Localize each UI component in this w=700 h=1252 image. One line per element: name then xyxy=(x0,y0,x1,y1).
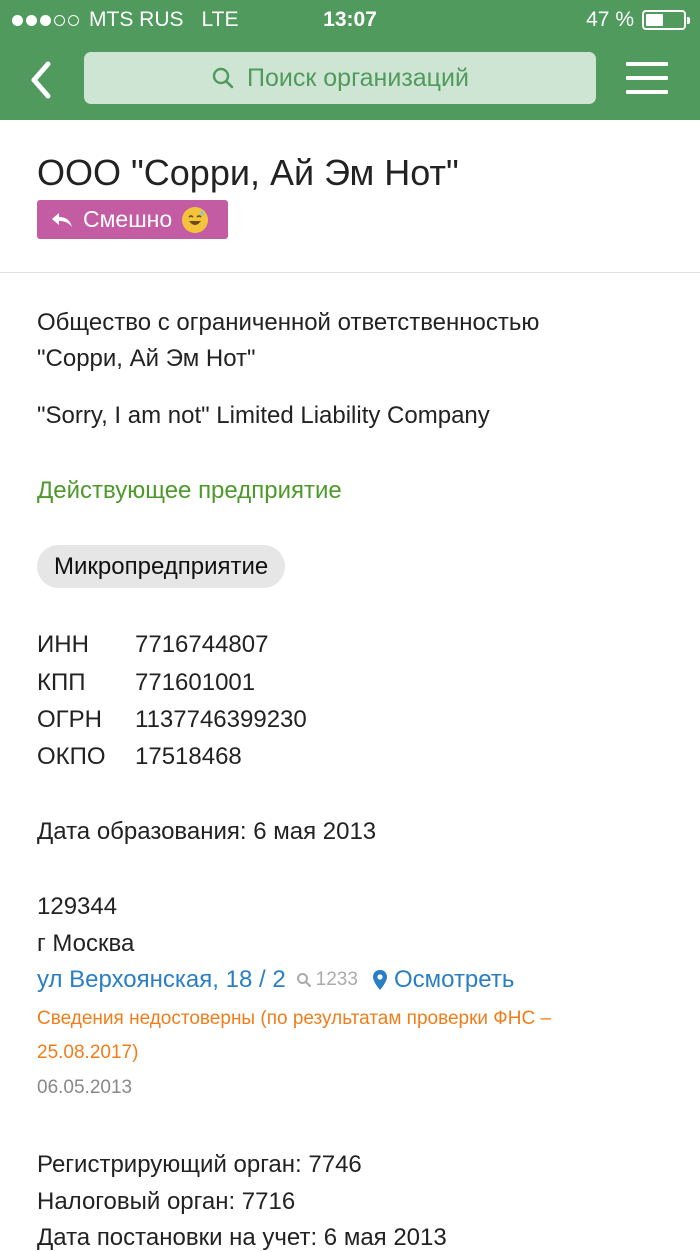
tag-label: Смешно xyxy=(83,206,173,232)
code-label-inn: ИНН xyxy=(37,631,89,658)
battery-percent: 47 % xyxy=(586,8,634,31)
address-date: 06.05.2013 xyxy=(37,1077,133,1098)
status-bar: MTS RUS LTE 13:07 47 % xyxy=(0,6,700,34)
chevron-left-icon xyxy=(31,61,51,99)
address-search-count[interactable]: 1233 xyxy=(296,969,358,991)
address-street-link[interactable]: ул Верхоянская, 18 / 2 xyxy=(37,966,286,994)
search-input[interactable]: Поиск организаций xyxy=(84,52,596,104)
registration-date: Дата постановки на учет: 6 мая 2013 xyxy=(37,1224,447,1251)
code-value-ogrn: 1137746399230 xyxy=(135,706,307,733)
code-value-inn: 7716744807 xyxy=(135,631,269,658)
back-button[interactable] xyxy=(24,58,64,102)
full-name-line1: Общество с ограниченной ответственностью xyxy=(37,309,540,336)
search-placeholder: Поиск организаций xyxy=(247,63,469,92)
header-divider xyxy=(0,272,700,273)
app-header: MTS RUS LTE 13:07 47 % Поиск организаций xyxy=(0,0,700,120)
founded-date: Дата образования: 6 мая 2013 xyxy=(37,818,377,845)
category-chip: Микропредприятие xyxy=(37,545,286,588)
full-name-line2: "Сорри, Ай Эм Нот" xyxy=(37,345,256,372)
search-count-value: 1233 xyxy=(315,969,358,990)
address-street-row: ул Верхоянская, 18 / 2 1233 Осмотреть xyxy=(37,966,514,994)
english-name: "Sorry, I am not" Limited Liability Comp… xyxy=(37,402,490,429)
view-on-map-link[interactable]: Осмотреть xyxy=(394,966,514,994)
code-label-kpp: КПП xyxy=(37,669,86,696)
code-value-kpp: 771601001 xyxy=(135,669,256,696)
code-value-okpo: 17518468 xyxy=(135,743,242,770)
address-warning-line2: 25.08.2017) xyxy=(37,1042,139,1063)
tax-body: Налоговый орган: 7716 xyxy=(37,1188,296,1215)
search-icon xyxy=(212,67,234,89)
tag-badge[interactable]: Смешно xyxy=(37,200,228,239)
status-right: 47 % xyxy=(586,8,690,32)
reply-arrow-icon xyxy=(52,212,72,227)
battery-icon xyxy=(642,10,690,30)
grinning-sweat-emoji-icon xyxy=(182,206,209,233)
company-short-name: ООО "Сорри, Ай Эм Нот" xyxy=(37,152,459,193)
hamburger-menu-button[interactable] xyxy=(626,60,670,96)
address-city: г Москва xyxy=(37,930,135,957)
address-warning-line1: Сведения недостоверны (по результатам пр… xyxy=(37,1008,552,1029)
code-label-okpo: ОКПО xyxy=(37,743,106,770)
map-pin-icon xyxy=(372,970,387,990)
address-postcode: 129344 xyxy=(37,893,118,920)
company-status: Действующее предприятие xyxy=(37,477,342,504)
registering-body: Регистрирующий орган: 7746 xyxy=(37,1151,362,1178)
search-icon xyxy=(296,973,311,988)
code-label-ogrn: ОГРН xyxy=(37,706,103,733)
